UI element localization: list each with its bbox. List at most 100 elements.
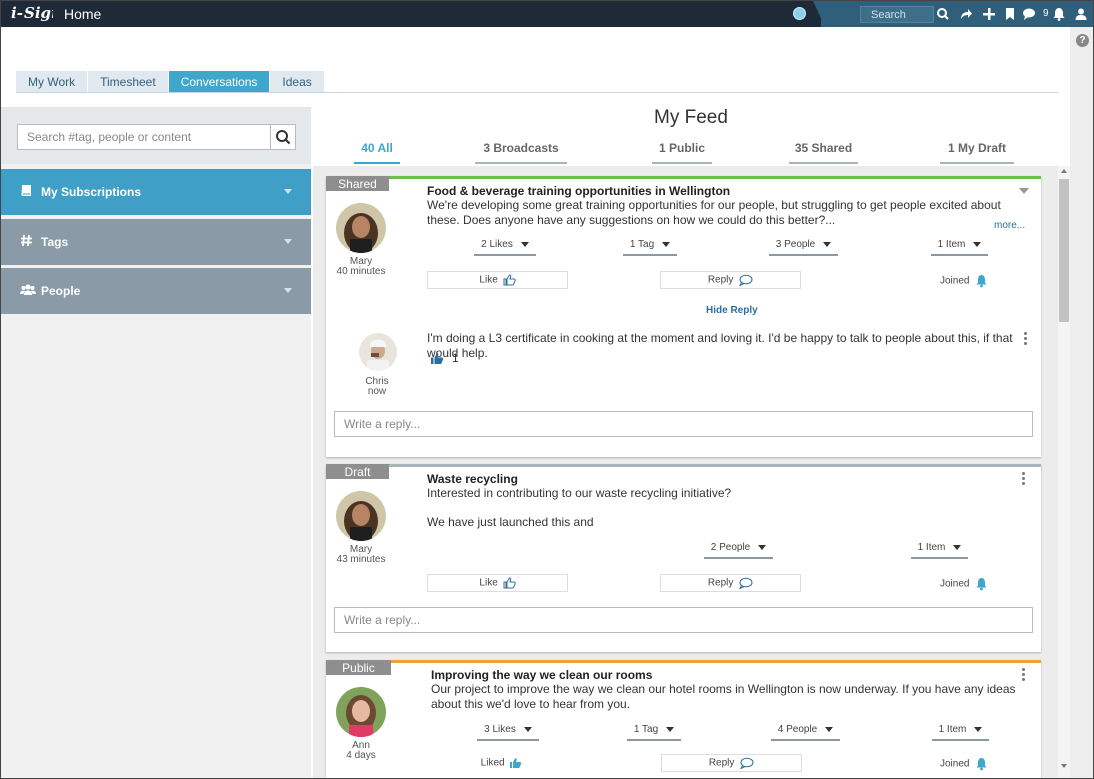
logo-mark: i- Sign [11, 4, 62, 22]
filter-label: 1 Public [658, 141, 705, 155]
scroll-down-arrow-icon[interactable] [1061, 764, 1067, 768]
joined-toggle[interactable]: Joined [940, 757, 988, 771]
filter-underline [940, 162, 1014, 164]
scrollbar-thumb[interactable] [1059, 179, 1069, 322]
caret-down-icon [823, 241, 832, 247]
likes-pill[interactable]: 2 Likes [474, 239, 536, 256]
joined-toggle[interactable]: Joined [940, 577, 988, 591]
svg-text:Sign: Sign [24, 5, 53, 21]
comment-icon [740, 757, 754, 770]
search-icon[interactable] [270, 124, 296, 150]
pill-label: 1 Tag [633, 724, 659, 735]
more-options-icon[interactable] [1023, 332, 1029, 346]
sidebar-item-label: My Subscriptions [41, 185, 142, 199]
pill-underline [623, 254, 677, 256]
tags-pill[interactable]: 1 Tag [627, 724, 681, 741]
caret-down-icon [666, 726, 675, 732]
people-pill[interactable]: 2 People [704, 542, 773, 559]
thumbs-up-icon[interactable] [430, 352, 444, 365]
filter-my-draft[interactable]: 1 My Draft [940, 141, 1014, 164]
reply-button[interactable]: Reply [660, 271, 801, 289]
bell-icon[interactable] [1052, 7, 1066, 21]
like-button[interactable]: Like [427, 574, 568, 592]
post-title[interactable]: Improving the way we clean our rooms [431, 668, 652, 682]
sidebar-item-tags[interactable]: Tags [1, 219, 311, 265]
pill-label: 1 Item [937, 239, 966, 250]
app-logo[interactable]: i- Sign [11, 4, 62, 25]
share-icon[interactable] [959, 7, 973, 21]
items-pill[interactable]: 1 Item [932, 724, 989, 741]
reply-input[interactable]: Write a reply... [334, 607, 1033, 633]
like-button[interactable]: Like [427, 271, 568, 289]
post-title[interactable]: Food & beverage training opportunities i… [427, 184, 730, 198]
sidebar-item-my-subscriptions[interactable]: My Subscriptions [1, 169, 311, 215]
avatar[interactable] [336, 203, 386, 253]
filter-all[interactable]: 40 All [354, 141, 400, 164]
pill-underline [769, 254, 838, 256]
avatar[interactable] [336, 687, 386, 737]
items-pill[interactable]: 1 Item [911, 542, 968, 559]
avatar[interactable] [336, 491, 386, 541]
status-badge: Shared [326, 176, 389, 191]
post-status-bar [326, 660, 1041, 663]
sidebar-item-label: Tags [41, 235, 69, 249]
reply-button[interactable]: Reply [660, 574, 801, 592]
post-body: Our project to improve the way we clean … [431, 682, 1016, 711]
post-status-bar [326, 176, 1041, 179]
tab-timesheet[interactable]: Timesheet [88, 71, 168, 93]
bookmark-icon[interactable] [1003, 7, 1017, 21]
feed-list: Shared Mary 40 minutes Food & beverage t… [313, 166, 1058, 778]
search-icon[interactable] [936, 6, 950, 22]
hide-reply-link[interactable]: Hide Reply [706, 305, 758, 316]
tags-pill[interactable]: 1 Tag [623, 239, 677, 256]
sidebar-item-people[interactable]: People [1, 268, 311, 314]
user-icon[interactable] [1074, 7, 1088, 21]
reply-input[interactable]: Write a reply... [334, 411, 1033, 437]
sidebar-search-input[interactable]: Search #tag, people or content [17, 124, 271, 150]
scroll-up-arrow-icon[interactable] [1061, 169, 1067, 173]
thumbs-up-icon [510, 758, 522, 768]
add-icon[interactable] [982, 7, 996, 21]
page-title: Home [64, 6, 102, 22]
pill-label: 4 People [777, 724, 818, 735]
chevron-down-icon [284, 189, 292, 194]
caret-down-icon [523, 726, 532, 732]
globe-icon[interactable] [793, 7, 806, 20]
likes-pill[interactable]: 3 Likes [477, 724, 539, 741]
like-label: Like [479, 577, 498, 589]
joined-label: Joined [940, 758, 970, 770]
more-options-icon[interactable] [1021, 668, 1027, 682]
chevron-down-icon[interactable] [1019, 188, 1029, 194]
more-options-icon[interactable] [1021, 472, 1027, 486]
bell-icon [976, 275, 987, 288]
like-label: Liked [480, 757, 505, 769]
pill-label: 3 Likes [484, 724, 516, 735]
post-status-bar [326, 464, 1041, 467]
tab-ideas[interactable]: Ideas [270, 71, 324, 93]
filter-underline [789, 162, 858, 164]
people-pill[interactable]: 3 People [769, 239, 838, 256]
filter-public[interactable]: 1 Public [652, 141, 712, 164]
people-pill[interactable]: 4 People [771, 724, 840, 741]
help-icon[interactable]: ? [1076, 34, 1089, 47]
global-search-input[interactable]: Search [860, 6, 934, 23]
reply-text: I'm doing a L3 certificate in cooking at… [427, 331, 1013, 360]
reply-label: Reply [708, 757, 735, 769]
svg-text:i-: i- [11, 5, 23, 21]
more-link[interactable]: more... [994, 220, 1025, 231]
joined-toggle[interactable]: Joined [940, 274, 988, 288]
filter-shared[interactable]: 35 Shared [789, 141, 858, 164]
reply-label: Reply [707, 274, 734, 286]
tab-my-work[interactable]: My Work [16, 71, 88, 93]
liked-button[interactable]: Liked [431, 754, 572, 772]
chat-icon[interactable] [1022, 7, 1036, 21]
items-pill[interactable]: 1 Item [931, 239, 988, 256]
avatar[interactable] [359, 333, 397, 371]
pill-underline [704, 557, 773, 559]
filter-broadcasts[interactable]: 3 Broadcasts [475, 141, 567, 164]
filter-underline [475, 162, 567, 164]
tab-conversations[interactable]: Conversations [168, 71, 270, 93]
filter-label: 35 Shared [794, 141, 853, 155]
post-title[interactable]: Waste recycling [427, 472, 518, 486]
reply-button[interactable]: Reply [661, 754, 802, 772]
